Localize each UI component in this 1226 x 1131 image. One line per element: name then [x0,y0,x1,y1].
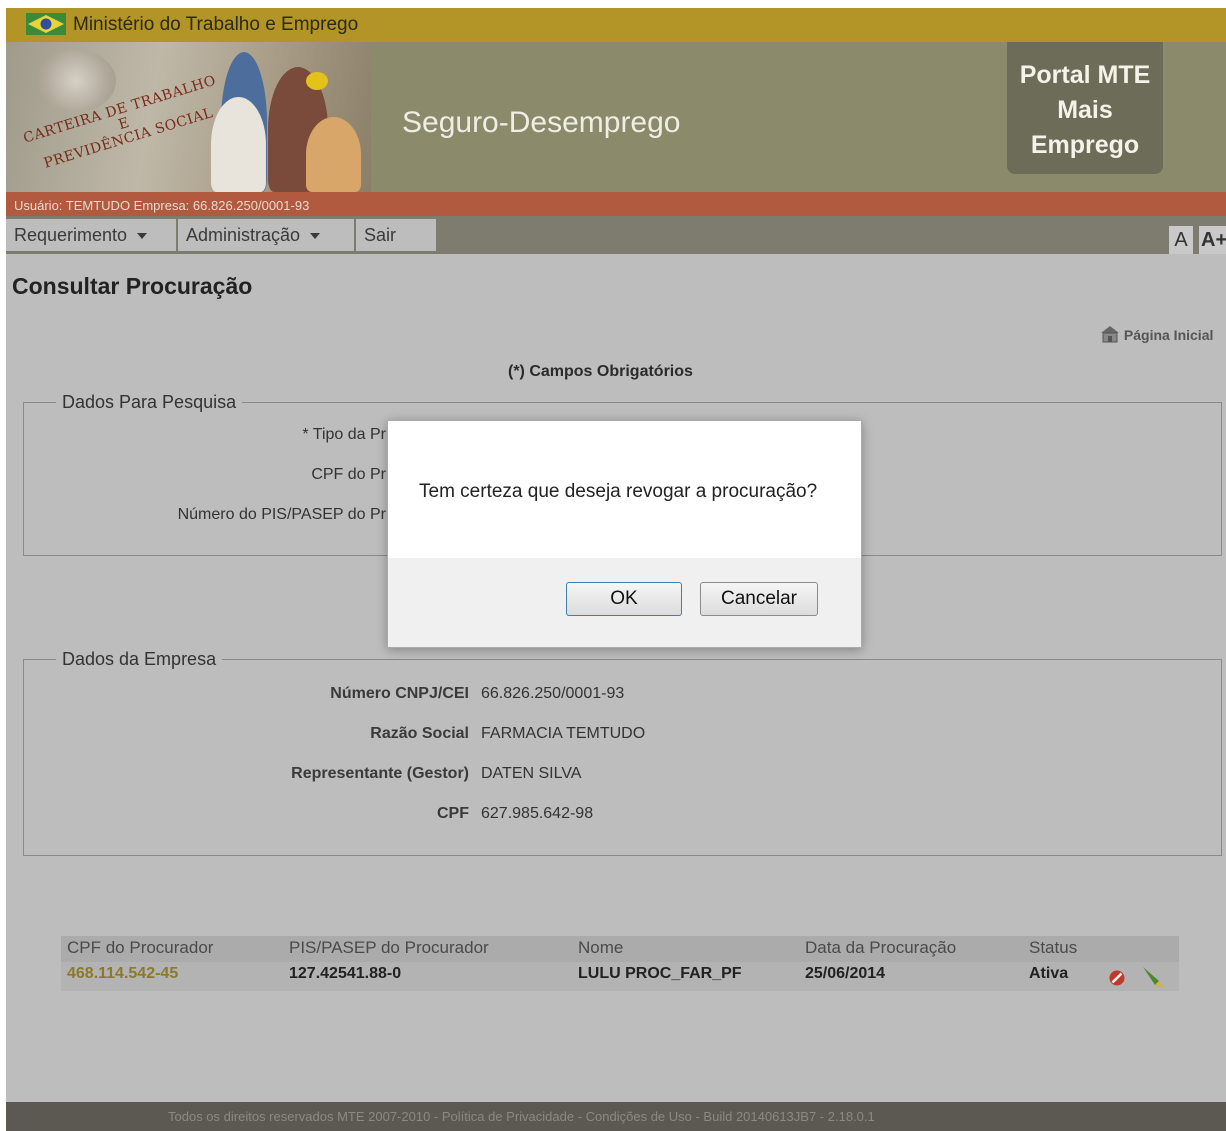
procuracoes-table: CPF do Procurador PIS/PASEP do Procurado… [61,936,1179,991]
menu-label: Requerimento [14,225,128,245]
tipo-procuracao-label: * Tipo da Pr [302,426,386,443]
home-link[interactable]: Página Inicial [1100,325,1213,343]
portal-line: Mais [1057,96,1113,124]
user-info: Usuário: TEMTUDO Empresa: 66.826.250/000… [14,198,310,213]
table-header: Data da Procuração [805,938,957,957]
header-banner: CARTEIRA DE TRABALHO E PREVIDÊNCIA SOCIAL … [6,42,1226,192]
menu-administracao[interactable]: Administração [178,219,354,251]
status-cell: Ativa [1029,965,1069,982]
company-legend: Dados da Empresa [62,649,217,669]
cancel-button[interactable]: Cancelar [700,582,818,616]
cpf-label: CPF [437,805,469,822]
footer: Todos os direitos reservados MTE 2007-20… [6,1102,1226,1131]
revoke-icon[interactable] [1108,969,1126,987]
table-header: PIS/PASEP do Procurador [289,938,489,957]
user-bar: Usuário: TEMTUDO Empresa: 66.826.250/000… [6,192,1226,216]
portal-line: Portal MTE [1019,61,1151,89]
cpf-procurador-label: CPF do Pr [311,466,386,483]
browser-page: Ministério do Trabalho e Emprego CARTEIR… [6,8,1226,1131]
menu-label: Sair [364,225,397,245]
table-header: Status [1029,938,1078,957]
search-legend: Dados Para Pesquisa [62,392,237,412]
confirm-dialog: Tem certeza que deseja revogar a procura… [387,420,862,648]
portal-mte-link[interactable]: Portal MTE Mais Emprego [1007,42,1163,174]
dialog-button-area: OK Cancelar [388,558,861,647]
dialog-message: Tem certeza que deseja revogar a procura… [419,481,818,502]
cpf-value: 627.985.642-98 [481,805,594,822]
menu-requerimento[interactable]: Requerimento [6,219,176,251]
chevron-down-icon [310,233,321,240]
cnpj-label: Número CNPJ/CEI [330,685,469,702]
menu-label: Administração [186,225,301,245]
gestor-value: DATEN SILVA [481,765,582,782]
footer-text: Todos os direitos reservados MTE 2007-20… [168,1109,875,1124]
font-decrease-button[interactable]: A [1169,226,1193,254]
razao-social-value: FARMACIA TEMTUDO [481,725,646,742]
data-cell: 25/06/2014 [805,965,886,982]
edit-pen-icon[interactable] [1139,963,1167,991]
table-header: CPF do Procurador [67,938,214,957]
pis-procurador-label: Número do PIS/PASEP do Pr [177,506,386,523]
nome-cell: LULU PROC_FAR_PF [578,965,742,982]
worker-figure [306,117,361,192]
republic-seal-icon [36,50,116,112]
workers-photo: CARTEIRA DE TRABALHO E PREVIDÊNCIA SOCIAL [6,42,371,192]
cpf-procurador-link[interactable]: 468.114.542-45 [67,965,178,983]
home-link-label: Página Inicial [1123,327,1214,343]
table-header: Nome [578,938,624,957]
ministry-bar: Ministério do Trabalho e Emprego [6,8,1226,42]
main-menu: Requerimento Administração Sair A A+ [6,216,1226,254]
brazil-flag-icon [26,13,66,35]
worker-figure [306,72,328,90]
page-title: Consultar Procuração [12,273,253,299]
cnpj-value: 66.826.250/0001-93 [481,685,625,702]
system-title: Seguro-Desemprego [402,106,681,139]
company-fieldset: Dados da Empresa [23,649,1222,856]
menu-sair[interactable]: Sair [356,219,436,251]
home-icon [1101,326,1119,343]
portal-line: Emprego [1030,131,1140,159]
chevron-down-icon [137,233,148,240]
ministry-title: Ministério do Trabalho e Emprego [73,14,359,35]
ok-button[interactable]: OK [566,582,682,616]
gestor-label: Representante (Gestor) [291,765,469,782]
pis-cell: 127.42541.88-0 [289,965,402,982]
required-fields-note: (*) Campos Obrigatórios [508,363,693,380]
razao-social-label: Razão Social [370,725,469,742]
font-increase-button[interactable]: A+ [1199,226,1226,254]
